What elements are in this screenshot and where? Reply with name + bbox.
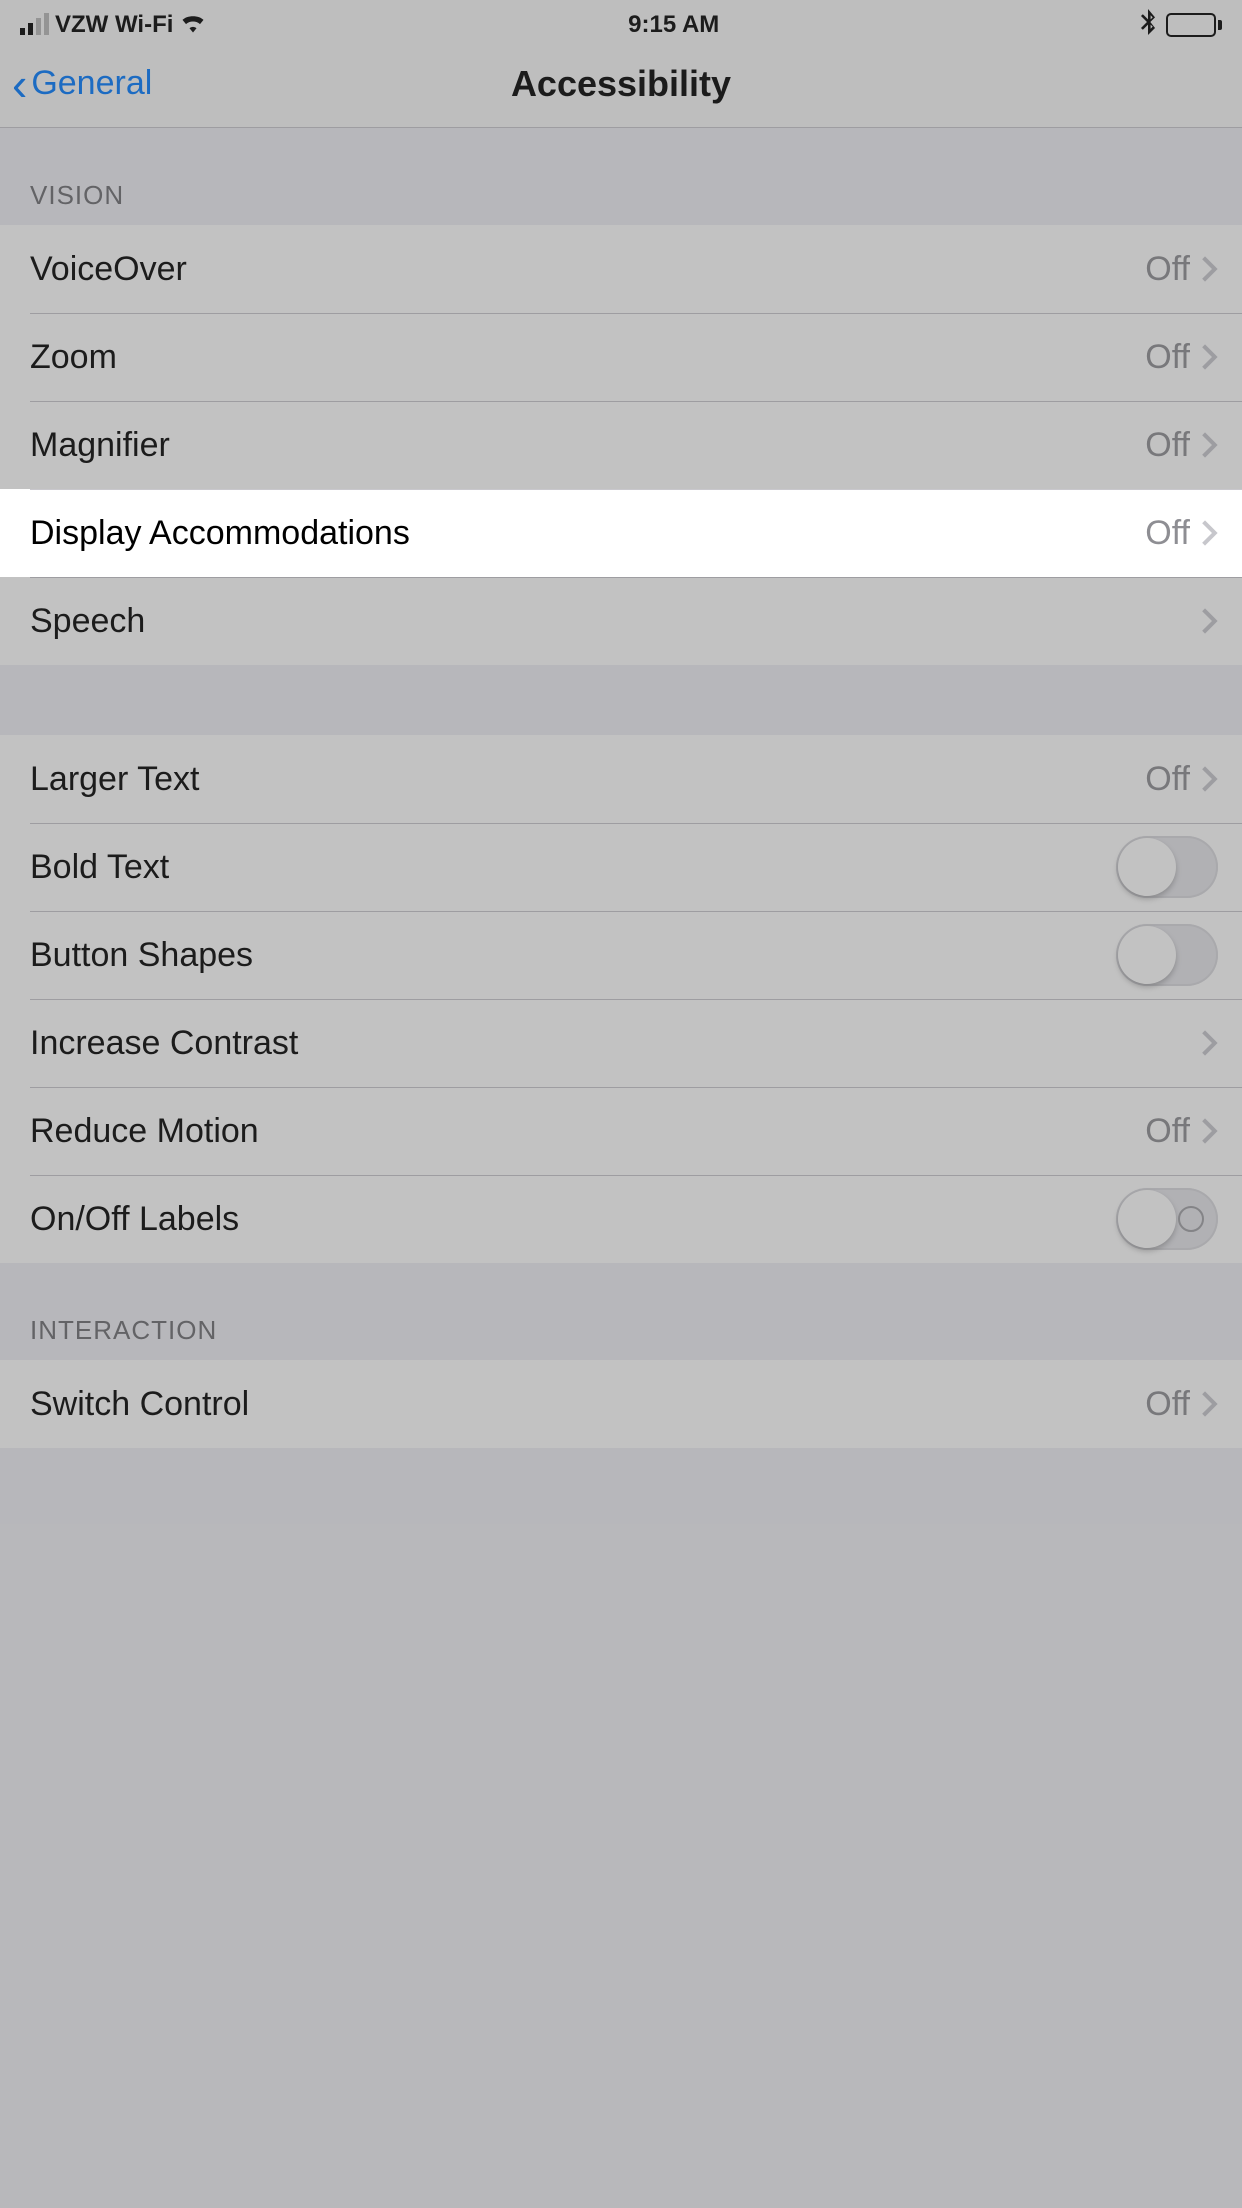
row-value: Off	[1145, 426, 1190, 465]
row-increase-contrast[interactable]: Increase Contrast	[0, 999, 1242, 1087]
chevron-right-icon	[1202, 1118, 1218, 1144]
status-bar: VZW Wi-Fi 9:15 AM	[0, 0, 1242, 40]
row-label: Magnifier	[30, 426, 1145, 465]
row-button-shapes[interactable]: Button Shapes	[0, 911, 1242, 999]
toggle-onoff-labels[interactable]	[1116, 1188, 1218, 1250]
section-header-interaction: INTERACTION	[0, 1263, 1242, 1360]
chevron-right-icon	[1202, 256, 1218, 282]
chevron-right-icon	[1202, 520, 1218, 546]
chevron-right-icon	[1202, 1030, 1218, 1056]
row-speech[interactable]: Speech	[0, 577, 1242, 665]
row-label: Zoom	[30, 338, 1145, 377]
chevron-right-icon	[1202, 608, 1218, 634]
section-header-vision: VISION	[0, 128, 1242, 225]
back-label: General	[31, 64, 152, 103]
row-voiceover[interactable]: VoiceOver Off	[0, 225, 1242, 313]
nav-bar: ‹ General Accessibility	[0, 40, 1242, 128]
row-bold-text[interactable]: Bold Text	[0, 823, 1242, 911]
row-value: Off	[1145, 1385, 1190, 1424]
page-title: Accessibility	[511, 63, 731, 105]
row-label: Button Shapes	[30, 936, 1116, 975]
wifi-icon	[179, 11, 207, 40]
row-onoff-labels[interactable]: On/Off Labels	[0, 1175, 1242, 1263]
row-label: Bold Text	[30, 848, 1116, 887]
row-value: Off	[1145, 1112, 1190, 1151]
row-magnifier[interactable]: Magnifier Off	[0, 401, 1242, 489]
chevron-right-icon	[1202, 1391, 1218, 1417]
cellular-signal-icon	[20, 15, 49, 35]
back-button[interactable]: ‹ General	[12, 61, 152, 107]
battery-icon	[1166, 13, 1222, 37]
row-label: Display Accommodations	[30, 514, 1145, 553]
row-label: Increase Contrast	[30, 1024, 1202, 1063]
row-label: Reduce Motion	[30, 1112, 1145, 1151]
toggle-bold-text[interactable]	[1116, 836, 1218, 898]
chevron-right-icon	[1202, 766, 1218, 792]
row-label: Speech	[30, 602, 1202, 641]
row-switch-control[interactable]: Switch Control Off	[0, 1360, 1242, 1448]
row-value: Off	[1145, 338, 1190, 377]
toggle-button-shapes[interactable]	[1116, 924, 1218, 986]
row-value: Off	[1145, 760, 1190, 799]
row-label: Switch Control	[30, 1385, 1145, 1424]
carrier-label: VZW Wi-Fi	[55, 11, 173, 39]
chevron-right-icon	[1202, 344, 1218, 370]
bluetooth-icon	[1140, 9, 1156, 42]
row-display-accommodations[interactable]: Display Accommodations Off	[0, 489, 1242, 577]
row-label: Larger Text	[30, 760, 1145, 799]
row-zoom[interactable]: Zoom Off	[0, 313, 1242, 401]
row-label: On/Off Labels	[30, 1200, 1116, 1239]
clock: 9:15 AM	[628, 11, 719, 39]
chevron-left-icon: ‹	[12, 61, 27, 107]
row-larger-text[interactable]: Larger Text Off	[0, 735, 1242, 823]
row-value: Off	[1145, 514, 1190, 553]
row-reduce-motion[interactable]: Reduce Motion Off	[0, 1087, 1242, 1175]
chevron-right-icon	[1202, 432, 1218, 458]
row-label: VoiceOver	[30, 250, 1145, 289]
row-value: Off	[1145, 250, 1190, 289]
